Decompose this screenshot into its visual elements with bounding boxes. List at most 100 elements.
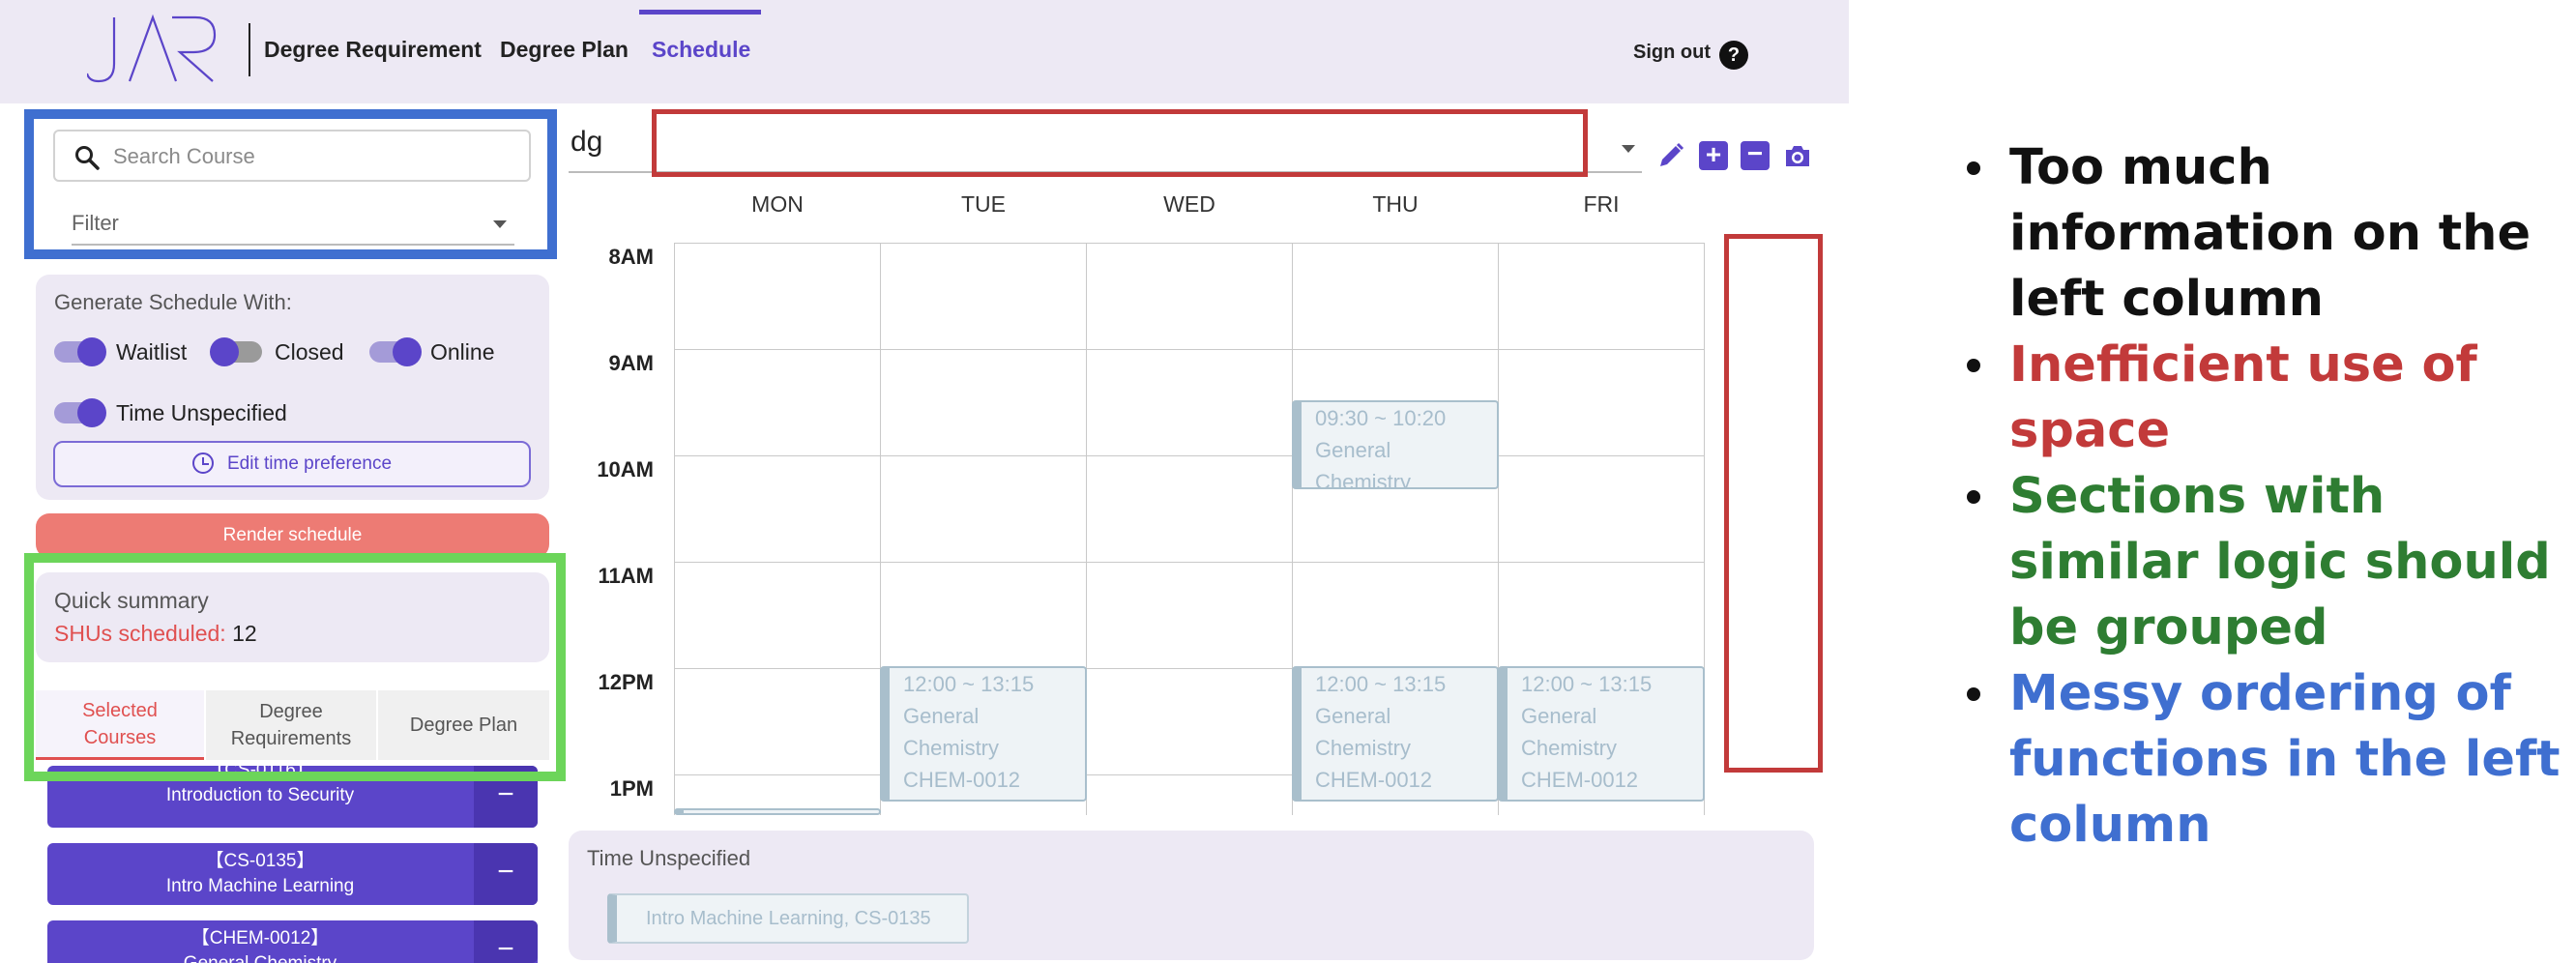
online-label: Online [430,339,495,365]
schedule-name[interactable]: dg [571,126,602,159]
calendar-cell[interactable] [880,349,1087,456]
event-title: General Chemistry [1315,704,1412,760]
time-unspecified-title: Time Unspecified [587,846,751,870]
remove-course-button[interactable]: − [474,843,538,905]
calendar-event[interactable]: 09:30 ~ 10:20 General Chemistry [1292,400,1499,489]
nav-tab-degree-plan[interactable]: Degree Plan [500,37,629,63]
shus-scheduled: SHUs scheduled: 12 [54,621,257,647]
course-card: 【CS-0135】 Intro Machine Learning − [47,843,538,905]
online-toggle[interactable] [369,337,422,366]
time-unspecified-label: Time Unspecified [116,400,287,425]
event-time: 12:00 ~ 13:15 [1521,672,1653,696]
course-code: 【CS-0135】 [205,851,315,871]
note-item: Inefficient use of space [1963,333,2572,464]
calendar-cell[interactable] [1086,455,1293,563]
course-name: Intro Machine Learning [165,876,355,896]
hour-label: 1PM [609,776,654,801]
time-unspecified-toggle[interactable] [54,398,106,427]
shus-label: SHUs scheduled: [54,621,226,646]
event-title: General Chemistry [1521,704,1618,760]
course-name: Introduction to Security [165,785,355,805]
calendar-cell[interactable] [1086,668,1293,775]
day-label-fri: FRI [1583,191,1620,217]
search-input[interactable] [113,141,519,172]
course-code: 【CS-0116】 [206,760,314,780]
event-code: CHEM-0012 [1315,768,1433,792]
quick-summary-title: Quick summary [54,588,209,613]
chevron-down-icon [493,220,507,228]
edit-time-preference-label: Edit time preference [226,453,393,474]
note-item: Too much information on the left column [1963,135,2572,333]
course-card: 【CHEM-0012】 General Chemistry − [47,920,538,963]
closed-label: Closed [275,339,344,365]
calendar-cell[interactable] [674,668,881,775]
calendar-cell[interactable] [1086,243,1293,350]
hour-label: 12PM [598,670,654,694]
calendar-cell[interactable] [1292,243,1499,350]
annotation-box-red-top [652,109,1588,177]
calendar-cell[interactable] [880,455,1087,563]
app-window: Degree Requirement Degree Plan Schedule … [0,0,1849,963]
tab-degree-requirements[interactable]: Degree Requirements [206,690,376,760]
jar-logo [87,14,217,83]
event-code: CHEM-0012 [1521,768,1639,792]
event-title: General Chemistry [903,704,1000,760]
calendar-cell[interactable] [1086,349,1293,456]
edit-time-preference-button[interactable]: Edit time preference [53,441,531,487]
nav-tab-schedule[interactable]: Schedule [652,37,750,63]
calendar-cell[interactable] [1086,774,1293,815]
nav-tab-degree-requirement[interactable]: Degree Requirement [264,37,482,63]
event-title: General Chemistry [1315,438,1412,489]
note-item: Sections with similar logic should be gr… [1963,464,2572,661]
closed-toggle[interactable] [210,337,262,366]
day-label-tue: TUE [961,191,1006,217]
event-time: 12:00 ~ 13:15 [903,672,1035,696]
remove-course-button[interactable]: − [474,766,538,828]
waitlist-toggle[interactable] [54,337,106,366]
camera-icon[interactable] [1783,141,1812,170]
event-code: CHEM-0012 [903,768,1021,792]
day-label-wed: WED [1163,191,1215,217]
calendar-cell[interactable] [1292,562,1499,669]
calendar-event[interactable]: 12:00 ~ 13:15 General Chemistry CHEM-001… [1292,666,1499,802]
calendar-event[interactable]: 12:00 ~ 13:15 General Chemistry CHEM-001… [880,666,1087,802]
calendar-cell[interactable] [1498,243,1705,350]
calendar-cell[interactable] [1086,562,1293,669]
help-icon[interactable]: ? [1719,41,1748,70]
plus-icon[interactable]: + [1699,141,1728,170]
generate-schedule-title: Generate Schedule With: [54,290,292,314]
filter-select[interactable]: Filter [72,207,514,246]
pencil-icon[interactable] [1656,141,1685,170]
tab-degree-plan[interactable]: Degree Plan [378,690,549,760]
remove-course-button[interactable]: − [474,920,538,963]
calendar-event[interactable]: 12:00 ~ 13:15 General Chemistry CHEM-001… [1498,666,1705,802]
calendar-cell[interactable] [880,243,1087,350]
course-code: 【CHEM-0012】 [190,928,330,948]
course-name: General Chemistry [47,951,473,963]
calendar-cell[interactable] [674,562,881,669]
note-item: Messy ordering of functions in the left … [1963,661,2572,859]
calendar-event-partial[interactable] [674,808,881,815]
calendar-cell[interactable] [1498,349,1705,456]
active-tab-indicator [639,10,761,15]
search-box [53,130,531,182]
calendar-cell[interactable] [674,455,881,563]
calendar-cell[interactable] [674,243,881,350]
generate-schedule-panel: Generate Schedule With: Waitlist Closed … [36,275,549,500]
waitlist-label: Waitlist [116,339,188,365]
minus-icon[interactable]: − [1741,140,1770,170]
calendar-cell[interactable] [880,562,1087,669]
calendar-cell[interactable] [1498,455,1705,563]
event-time: 12:00 ~ 13:15 [1315,672,1447,696]
sign-out-link[interactable]: Sign out [1633,42,1711,64]
course-card: 【CS-0116】 Introduction to Security − [47,760,538,828]
chevron-down-icon[interactable] [1622,145,1635,153]
unspecified-course-chip[interactable]: Intro Machine Learning, CS-0135 [607,893,969,944]
top-nav: Degree Requirement Degree Plan Schedule … [0,0,1849,103]
calendar-cell[interactable] [1498,562,1705,669]
day-label-thu: THU [1372,191,1419,217]
tab-selected-courses-label: Selected Courses [82,699,158,748]
calendar-cell[interactable] [674,349,881,456]
render-schedule-button[interactable]: Render schedule [36,513,549,558]
tab-selected-courses[interactable]: Selected Courses [36,690,204,760]
